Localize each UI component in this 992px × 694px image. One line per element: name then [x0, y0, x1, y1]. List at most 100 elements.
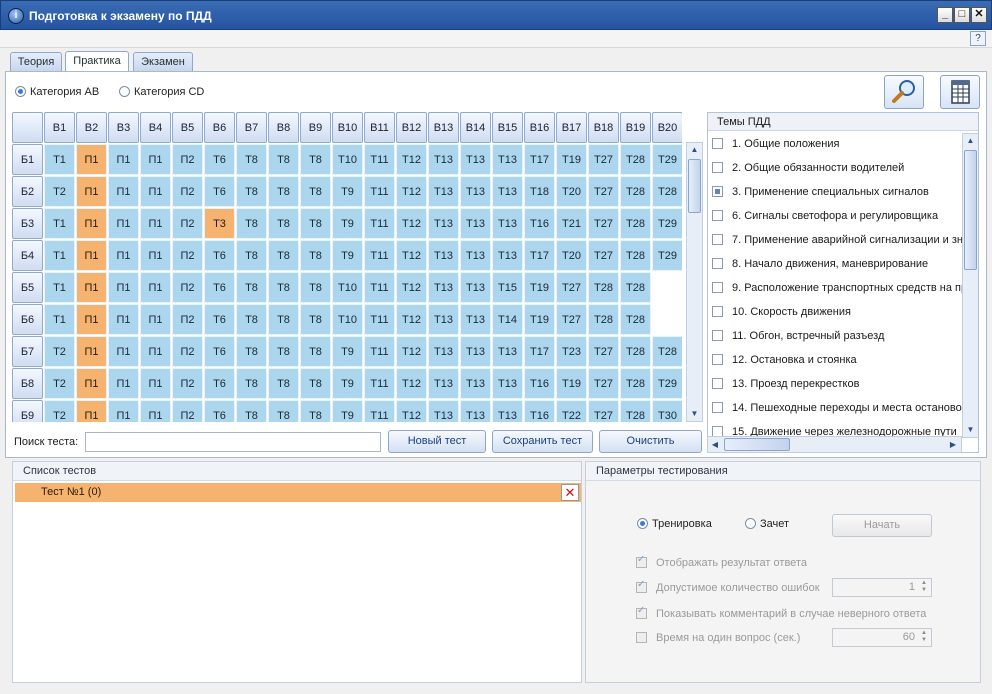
- column-header[interactable]: В16: [524, 112, 555, 143]
- question-cell[interactable]: Т9: [332, 240, 363, 271]
- question-cell[interactable]: П1: [76, 336, 107, 367]
- question-cell[interactable]: Т8: [300, 208, 331, 239]
- column-header[interactable]: В17: [556, 112, 587, 143]
- start-button[interactable]: Начать: [832, 514, 932, 537]
- question-cell[interactable]: Т15: [492, 272, 523, 303]
- question-cell[interactable]: Т8: [236, 240, 267, 271]
- question-cell[interactable]: Т13: [460, 304, 491, 335]
- question-cell[interactable]: П1: [140, 176, 171, 207]
- column-header[interactable]: В2: [76, 112, 107, 143]
- question-cell[interactable]: Т3: [204, 208, 235, 239]
- question-cell[interactable]: Т29: [652, 208, 682, 239]
- question-cell[interactable]: Т6: [204, 240, 235, 271]
- time-per-question-stepper[interactable]: 60 ▲ ▼: [832, 628, 932, 647]
- topic-item[interactable]: 6. Сигналы светофора и регулировщика: [712, 205, 964, 227]
- column-header[interactable]: В6: [204, 112, 235, 143]
- question-cell[interactable]: П1: [140, 240, 171, 271]
- column-header[interactable]: В20: [652, 112, 682, 143]
- question-cell[interactable]: Т8: [236, 208, 267, 239]
- topic-item[interactable]: 1. Общие положения: [712, 133, 964, 155]
- question-cell[interactable]: Т8: [236, 336, 267, 367]
- topic-item[interactable]: 14. Пешеходные переходы и места останово…: [712, 397, 964, 419]
- question-cell[interactable]: Т11: [364, 208, 395, 239]
- question-cell[interactable]: Т17: [524, 240, 555, 271]
- topic-item[interactable]: 12. Остановка и стоянка: [712, 349, 964, 371]
- question-cell[interactable]: Т11: [364, 368, 395, 399]
- question-cell[interactable]: П1: [108, 272, 139, 303]
- question-cell[interactable]: П2: [172, 400, 203, 422]
- row-header[interactable]: Б5: [12, 272, 43, 303]
- question-cell[interactable]: Т27: [588, 240, 619, 271]
- question-cell[interactable]: П2: [172, 240, 203, 271]
- question-cell[interactable]: Т12: [396, 208, 427, 239]
- list-item[interactable]: Тест №1 (0) ✕: [15, 483, 581, 502]
- topic-checkbox[interactable]: [712, 186, 723, 197]
- question-cell[interactable]: Т18: [524, 176, 555, 207]
- question-cell[interactable]: Т12: [396, 368, 427, 399]
- question-cell[interactable]: Т6: [204, 304, 235, 335]
- question-cell[interactable]: Т8: [236, 400, 267, 422]
- stepper-arrows-icon[interactable]: ▲ ▼: [919, 630, 929, 644]
- scroll-down-arrow[interactable]: ▼: [964, 423, 977, 437]
- scroll-thumb[interactable]: [964, 150, 977, 270]
- question-cell[interactable]: Т8: [268, 400, 299, 422]
- question-cell[interactable]: Т8: [236, 272, 267, 303]
- topic-checkbox[interactable]: [712, 330, 723, 341]
- question-cell[interactable]: Т13: [460, 336, 491, 367]
- question-cell[interactable]: Т13: [492, 176, 523, 207]
- checkbox[interactable]: [636, 579, 647, 593]
- tab-exam[interactable]: Экзамен: [133, 52, 193, 71]
- question-cell[interactable]: Т28: [620, 336, 651, 367]
- question-cell[interactable]: Т8: [300, 368, 331, 399]
- column-header[interactable]: В3: [108, 112, 139, 143]
- question-cell[interactable]: Т10: [332, 272, 363, 303]
- question-cell[interactable]: П1: [76, 240, 107, 271]
- question-cell[interactable]: Т28: [620, 144, 651, 175]
- question-cell[interactable]: Т13: [428, 368, 459, 399]
- question-cell[interactable]: Т13: [492, 144, 523, 175]
- row-header[interactable]: Б8: [12, 368, 43, 399]
- question-cell[interactable]: Т8: [300, 304, 331, 335]
- topic-checkbox[interactable]: [712, 354, 723, 365]
- column-header[interactable]: В5: [172, 112, 203, 143]
- topic-item[interactable]: 8. Начало движения, маневрирование: [712, 253, 964, 275]
- question-cell[interactable]: Т1: [44, 304, 75, 335]
- question-cell[interactable]: Т13: [428, 400, 459, 422]
- question-cell[interactable]: П2: [172, 272, 203, 303]
- question-cell[interactable]: П1: [108, 304, 139, 335]
- question-cell[interactable]: Т11: [364, 304, 395, 335]
- column-header[interactable]: В4: [140, 112, 171, 143]
- search-tool-button[interactable]: [884, 75, 924, 109]
- question-cell[interactable]: Т27: [588, 176, 619, 207]
- time-per-question-option[interactable]: Время на один вопрос (сек.): [636, 632, 800, 644]
- question-cell[interactable]: Т28: [620, 368, 651, 399]
- question-cell[interactable]: Т2: [44, 176, 75, 207]
- topics-vertical-scrollbar[interactable]: ▲ ▼: [962, 133, 978, 438]
- topic-item[interactable]: 13. Проезд перекрестков: [712, 373, 964, 395]
- question-cell[interactable]: Т2: [44, 336, 75, 367]
- question-cell[interactable]: Т9: [332, 336, 363, 367]
- minimize-button[interactable]: _: [937, 7, 953, 23]
- show-comment-option[interactable]: Показывать комментарий в случае неверног…: [636, 605, 926, 620]
- row-header[interactable]: Б9: [12, 400, 43, 422]
- question-cell[interactable]: Т2: [44, 400, 75, 422]
- question-cell[interactable]: Т8: [300, 272, 331, 303]
- exam-mode-radio[interactable]: Зачет: [745, 518, 789, 530]
- question-cell[interactable]: Т13: [428, 336, 459, 367]
- question-cell[interactable]: Т6: [204, 336, 235, 367]
- topic-item[interactable]: 9. Расположение транспортных средств на …: [712, 277, 964, 299]
- question-cell[interactable]: Т23: [556, 336, 587, 367]
- question-cell[interactable]: Т8: [300, 336, 331, 367]
- question-cell[interactable]: Т13: [492, 368, 523, 399]
- question-cell[interactable]: Т1: [44, 208, 75, 239]
- question-cell[interactable]: П2: [172, 208, 203, 239]
- question-cell[interactable]: Т8: [268, 304, 299, 335]
- question-cell[interactable]: П1: [108, 240, 139, 271]
- scroll-left-arrow[interactable]: ◀: [709, 437, 721, 452]
- question-cell[interactable]: Т11: [364, 272, 395, 303]
- grid-vertical-scrollbar[interactable]: ▲ ▼: [686, 142, 703, 422]
- question-cell[interactable]: Т21: [556, 208, 587, 239]
- clear-button[interactable]: Очистить: [599, 430, 702, 453]
- question-cell[interactable]: Т6: [204, 400, 235, 422]
- question-cell[interactable]: Т28: [620, 400, 651, 422]
